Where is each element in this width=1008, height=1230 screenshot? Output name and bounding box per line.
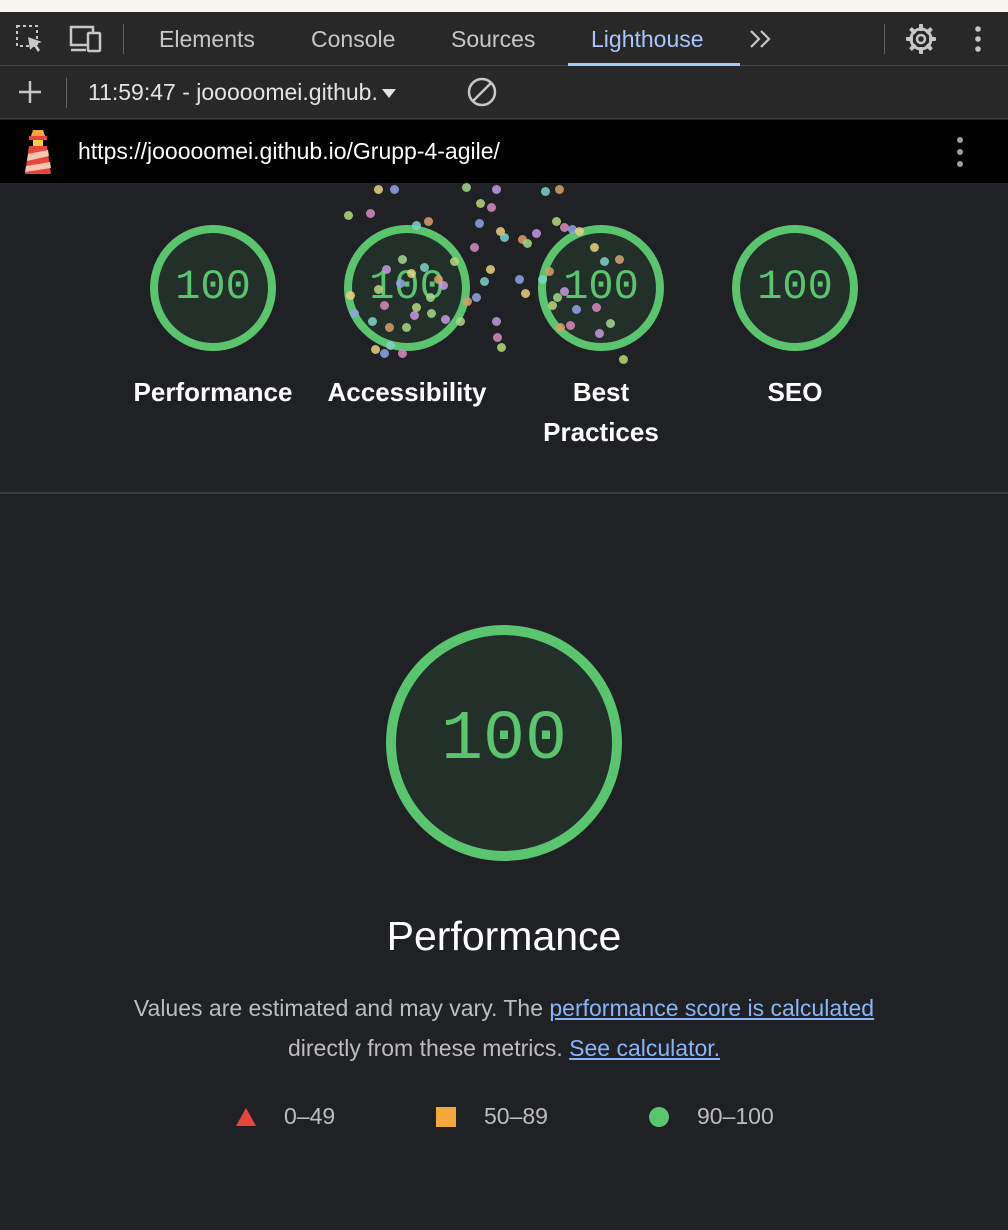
toolbar-separator xyxy=(884,24,885,54)
report-select[interactable]: 11:59:47 - jooooomei.github. xyxy=(88,79,398,106)
block-icon[interactable] xyxy=(464,75,500,109)
legend-range: 50–89 xyxy=(484,1103,548,1129)
gauge-seo[interactable]: 100 xyxy=(730,223,860,353)
devtools-toolbar: Elements Console Sources Lighthouse xyxy=(0,12,1008,66)
confetti-dot xyxy=(344,211,353,220)
confetti-dot xyxy=(515,275,524,284)
legend-range: 0–49 xyxy=(284,1103,336,1129)
chevron-double-right-icon[interactable] xyxy=(742,22,778,56)
category-label-seo: SEO xyxy=(695,372,895,412)
category-label-line: Accessibility xyxy=(327,377,487,407)
caret-down-icon xyxy=(381,88,396,98)
confetti-dot xyxy=(493,333,502,342)
gauge-score: 100 xyxy=(563,263,639,311)
main-performance-gauge: 100 xyxy=(384,623,624,863)
confetti-dot xyxy=(619,355,628,364)
category-label-performance: Performance xyxy=(113,372,313,412)
category-label-line: Performance xyxy=(133,377,293,407)
performance-description: Values are estimated and may vary. The p… xyxy=(60,988,948,1068)
gauge-score: 100 xyxy=(175,263,251,311)
gauge-score: 100 xyxy=(369,263,445,311)
confetti-dot xyxy=(500,233,509,242)
lighthouse-report: 100 100 100 100 Performance Accessibilit… xyxy=(0,183,1008,1230)
window-top-strip xyxy=(0,0,1008,12)
confetti-dot xyxy=(476,199,485,208)
confetti-dot xyxy=(497,343,506,352)
plus-icon[interactable] xyxy=(12,75,48,109)
confetti-dot xyxy=(374,185,383,194)
confetti-dot xyxy=(390,185,399,194)
tab-lighthouse[interactable]: Lighthouse xyxy=(591,12,704,66)
tab-elements[interactable]: Elements xyxy=(159,12,255,66)
description-text: Values are estimated and may vary. The xyxy=(133,995,550,1021)
confetti-dot xyxy=(523,239,532,248)
gauge-score: 100 xyxy=(757,263,833,311)
main-gauge-score: 100 xyxy=(440,701,568,780)
device-toolbar-icon[interactable] xyxy=(68,22,104,56)
confetti-dot xyxy=(555,185,564,194)
gear-icon[interactable] xyxy=(903,22,939,56)
confetti-dot xyxy=(472,293,481,302)
legend-fail: 0–49 xyxy=(235,1103,335,1130)
report-url-bar: https://jooooomei.github.io/Grupp-4-agil… xyxy=(0,120,1008,183)
lighthouse-report-toolbar: 11:59:47 - jooooomei.github. xyxy=(0,66,1008,119)
see-calculator-link[interactable]: See calculator. xyxy=(569,1035,720,1061)
description-text: directly from these metrics. xyxy=(287,1035,570,1061)
confetti-dot xyxy=(475,219,484,228)
confetti-dot xyxy=(487,203,496,212)
confetti-dot xyxy=(480,277,489,286)
confetti-dot xyxy=(492,317,501,326)
gauge-accessibility[interactable]: 100 xyxy=(342,223,472,353)
performance-title: Performance xyxy=(386,913,622,959)
confetti-dot xyxy=(518,235,527,244)
confetti-dot xyxy=(496,227,505,236)
confetti-dot xyxy=(366,209,375,218)
circle-icon xyxy=(649,1106,669,1127)
confetti-dot xyxy=(462,183,471,192)
confetti-dot xyxy=(521,289,530,298)
category-label-line: SEO xyxy=(767,377,823,407)
confetti-dot xyxy=(492,185,501,194)
triangle-icon xyxy=(236,1107,256,1126)
tab-elements-label: Elements xyxy=(159,25,255,52)
score-calculated-link[interactable]: performance score is calculated xyxy=(549,995,874,1021)
toolbar-separator xyxy=(123,24,124,54)
category-label-line: Best xyxy=(572,377,630,407)
report-select-label: 11:59:47 - jooooomei.github. xyxy=(88,79,378,105)
category-label-best-practices: Best Practices xyxy=(501,372,701,452)
lighthouse-icon xyxy=(20,126,56,181)
square-icon xyxy=(436,1106,456,1127)
legend-average: 50–89 xyxy=(436,1103,548,1130)
category-label-accessibility: Accessibility xyxy=(307,372,507,412)
inspect-element-icon[interactable] xyxy=(12,22,48,56)
tab-sources-label: Sources xyxy=(451,25,536,52)
gauge-best-practices[interactable]: 100 xyxy=(536,223,666,353)
legend-range: 90–100 xyxy=(697,1103,774,1129)
legend-pass: 90–100 xyxy=(649,1103,774,1130)
category-label-line: Practices xyxy=(543,417,659,447)
tab-lighthouse-label: Lighthouse xyxy=(591,25,704,52)
confetti-dot xyxy=(541,187,550,196)
tab-sources[interactable]: Sources xyxy=(451,12,535,66)
kebab-icon[interactable] xyxy=(955,136,965,173)
toolbar-separator xyxy=(66,78,67,108)
report-url[interactable]: https://jooooomei.github.io/Grupp-4-agil… xyxy=(78,138,500,165)
section-divider xyxy=(0,492,1008,494)
kebab-icon[interactable] xyxy=(960,22,996,56)
tab-console[interactable]: Console xyxy=(311,12,395,66)
gauge-performance[interactable]: 100 xyxy=(148,223,278,353)
confetti-dot xyxy=(486,265,495,274)
tab-console-label: Console xyxy=(311,25,396,52)
